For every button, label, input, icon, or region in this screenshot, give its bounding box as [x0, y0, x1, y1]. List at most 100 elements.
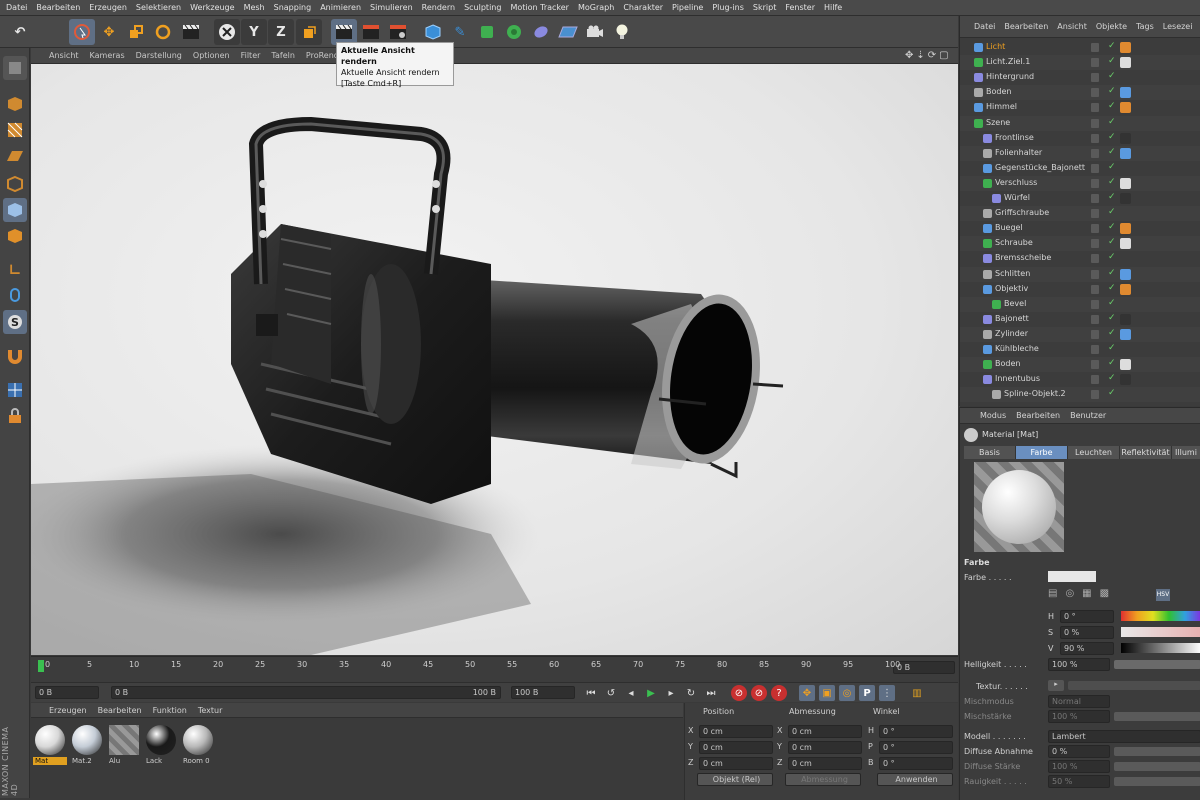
hue-gradient[interactable] — [1121, 611, 1200, 621]
helligkeit-field[interactable]: 100 % — [1048, 658, 1110, 671]
enabled-check-icon[interactable]: ✓ — [1108, 252, 1116, 262]
prev-key-icon[interactable]: ↺ — [603, 685, 619, 701]
hsv-mode-button[interactable]: HSV — [1156, 589, 1170, 601]
enabled-check-icon[interactable]: ✓ — [1108, 388, 1116, 398]
visibility-toggle[interactable] — [1091, 345, 1099, 354]
object-row[interactable]: Licht ✓ — [960, 40, 1200, 55]
move-tool-icon[interactable]: ✥ — [96, 19, 122, 45]
mischmodus-field[interactable]: Normal — [1048, 695, 1110, 708]
mode-dropdown[interactable]: Objekt (Rel) — [697, 773, 773, 786]
key-scale-icon[interactable]: ▣ — [819, 685, 835, 701]
visibility-toggle[interactable] — [1091, 58, 1099, 68]
material-tag-icon[interactable] — [1120, 193, 1131, 204]
polygons-mode-icon[interactable] — [3, 224, 27, 248]
film-strip-icon[interactable]: ▥ — [909, 685, 925, 701]
object-row[interactable]: Schraube ✓ — [960, 236, 1200, 252]
object-name[interactable]: Schraube — [995, 238, 1033, 247]
workplane-icon[interactable] — [3, 144, 27, 168]
object-name[interactable]: Licht.Ziel.1 — [986, 57, 1030, 66]
visibility-toggle[interactable] — [1091, 390, 1099, 400]
attribute-menu-item[interactable]: Bearbeiten — [1016, 411, 1060, 420]
keyframe-selection-icon[interactable]: ? — [771, 685, 787, 701]
enabled-check-icon[interactable]: ✓ — [1108, 373, 1116, 383]
object-name[interactable]: Bremsscheibe — [995, 253, 1051, 262]
object-name[interactable]: Zylinder — [995, 329, 1028, 338]
mischstaerke-field[interactable]: 100 % — [1048, 710, 1110, 723]
attribute-tab[interactable]: Leuchten — [1068, 446, 1120, 459]
menu-item[interactable]: Hilfe — [824, 3, 842, 12]
object-menu-item[interactable]: Lesezei — [1163, 22, 1193, 31]
object-row[interactable]: Buegel ✓ — [960, 221, 1200, 236]
menu-item[interactable]: Charakter — [623, 3, 663, 12]
material-tag-icon[interactable] — [1120, 283, 1131, 295]
viewport-menu-item[interactable]: Tafeln — [271, 51, 295, 60]
menu-item[interactable]: Plug-ins — [712, 3, 744, 12]
menu-item[interactable]: Bearbeiten — [36, 3, 80, 12]
v-field[interactable]: 90 % — [1060, 642, 1114, 655]
enabled-check-icon[interactable]: ✓ — [1108, 56, 1116, 66]
enabled-check-icon[interactable]: ✓ — [1108, 268, 1116, 278]
object-menu-item[interactable]: Objekte — [1096, 22, 1127, 31]
coord-field[interactable]: 0 cm — [699, 757, 773, 770]
diffuse-abnahme-field[interactable]: 0 % — [1048, 745, 1110, 758]
end-frame-field[interactable]: 100 B — [511, 686, 575, 699]
enabled-check-icon[interactable]: ✓ — [1108, 147, 1116, 157]
material-tag-icon[interactable] — [1120, 87, 1131, 99]
viewport-nav-icons[interactable]: ✥⇣⟳▢ — [905, 50, 952, 61]
object-name[interactable]: Boden — [986, 87, 1011, 96]
object-row[interactable]: Würfel ✓ — [960, 191, 1200, 206]
material-thumbnail[interactable]: Mat — [33, 723, 67, 769]
diffuse-staerke-field[interactable]: 100 % — [1048, 760, 1110, 773]
model-mode-icon[interactable] — [3, 92, 27, 116]
material-tag-icon[interactable] — [1120, 57, 1131, 69]
record-keys-icon[interactable]: ⊘ — [731, 685, 747, 701]
material-menu-item[interactable]: Textur — [198, 706, 223, 715]
object-name[interactable]: Würfel — [1004, 193, 1030, 202]
object-name[interactable]: Griffschraube — [995, 208, 1049, 217]
next-key-icon[interactable]: ↻ — [683, 685, 699, 701]
object-row[interactable]: Frontlinse ✓ — [960, 131, 1200, 146]
object-name[interactable]: Verschluss — [995, 178, 1037, 187]
material-thumbnail[interactable]: Mat.2 — [70, 723, 104, 769]
viewport-menu-item[interactable]: Ansicht — [49, 51, 79, 60]
start-frame-field[interactable]: 0 B — [35, 686, 99, 699]
key-parameter-icon[interactable]: P — [859, 685, 875, 701]
visibility-toggle[interactable] — [1091, 239, 1099, 249]
current-frame-field[interactable]: 0 B — [893, 661, 955, 674]
object-name[interactable]: Bevel — [1004, 299, 1026, 308]
enabled-check-icon[interactable]: ✓ — [1108, 298, 1116, 308]
menu-item[interactable]: Mesh — [244, 3, 265, 12]
timeline[interactable]: 0 B 0 5 10 15 20 25 30 35 40 45 50 55 60 65 70 75 80 85 90… — [31, 656, 958, 682]
object-name[interactable]: Buegel — [995, 223, 1023, 232]
object-row[interactable]: Kühlbleche ✓ — [960, 342, 1200, 357]
enabled-check-icon[interactable]: ✓ — [1108, 41, 1116, 51]
object-menu-item[interactable]: Tags — [1136, 22, 1154, 31]
tweak-mode-icon[interactable] — [3, 284, 27, 308]
light-icon[interactable] — [609, 19, 635, 45]
menu-item[interactable]: Rendern — [422, 3, 455, 12]
3d-viewport[interactable] — [31, 64, 958, 655]
camera-icon[interactable] — [582, 19, 608, 45]
texture-mode-icon[interactable] — [3, 118, 27, 142]
workplane-lock-icon[interactable] — [3, 378, 27, 402]
visibility-toggle[interactable] — [1091, 375, 1099, 385]
play-icon[interactable]: ▶ — [643, 685, 659, 701]
viewport-menu-item[interactable]: Optionen — [193, 51, 230, 60]
coord-field[interactable]: 0 cm — [788, 741, 862, 754]
object-name[interactable]: Boden — [995, 359, 1020, 368]
h-field[interactable]: 0 ° — [1060, 610, 1114, 623]
object-row[interactable]: Szene ✓ — [960, 115, 1200, 131]
material-tag-icon[interactable] — [1120, 328, 1131, 340]
object-name[interactable]: Objektiv — [995, 284, 1028, 293]
menu-item[interactable]: Simulieren — [370, 3, 413, 12]
material-menu-item[interactable]: Funktion — [153, 706, 187, 715]
visibility-toggle[interactable] — [1091, 88, 1099, 98]
mischstaerke-slider[interactable] — [1114, 712, 1200, 721]
material-menu-item[interactable]: Bearbeiten — [98, 706, 142, 715]
menu-item[interactable]: MoGraph — [578, 3, 614, 12]
material-tag-icon[interactable] — [1120, 374, 1131, 386]
material-tag-icon[interactable] — [1120, 42, 1131, 53]
object-name[interactable]: Bajonett — [995, 314, 1029, 323]
visibility-toggle[interactable] — [1091, 194, 1099, 203]
deformer-icon[interactable] — [528, 19, 554, 45]
